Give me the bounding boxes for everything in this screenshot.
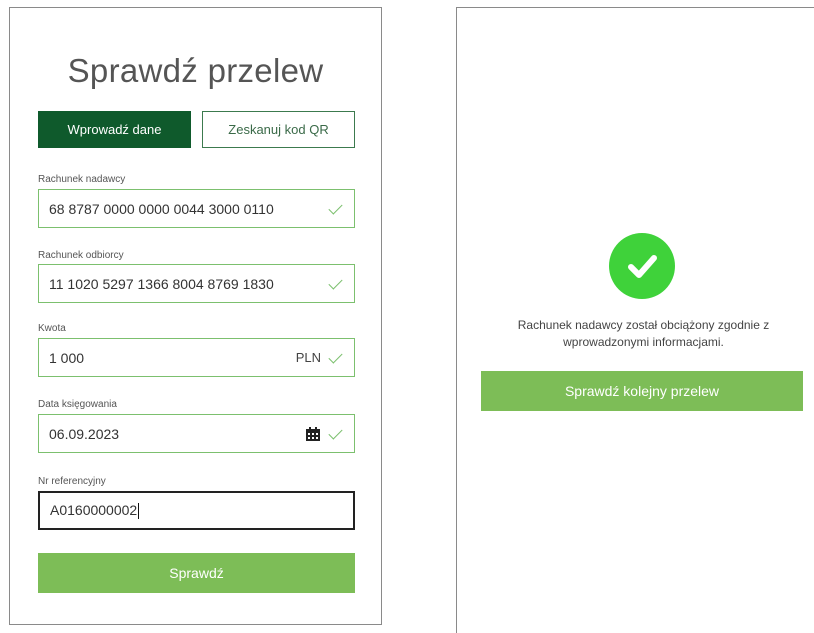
result-panel: Rachunek nadawcy został obciążony zgodni…: [456, 7, 814, 633]
checkmark-icon: [328, 274, 343, 290]
recipient-account-value: 11 1020 5297 1366 8004 8769 1830: [49, 275, 274, 292]
transfer-check-form: Sprawdź przelew Wprowadź dane Zeskanuj k…: [9, 7, 382, 625]
posting-date-value: 06.09.2023: [49, 425, 120, 442]
recipient-account-label: Rachunek odbiorcy: [38, 250, 124, 261]
success-message: Rachunek nadawcy został obciążony zgodni…: [517, 318, 770, 349]
tab-enter-data[interactable]: Wprowadź dane: [38, 111, 191, 148]
reference-value: A0160000002: [50, 501, 140, 520]
check-button[interactable]: Sprawdź: [38, 553, 355, 593]
sender-account-value: 68 8787 0000 0000 0044 3000 0110: [49, 200, 274, 217]
sender-account-label: Rachunek nadawcy: [38, 174, 126, 185]
reference-input[interactable]: A0160000002: [38, 491, 355, 530]
checkmark-icon: [328, 424, 343, 440]
reference-label: Nr referencyjny: [38, 476, 106, 487]
calendar-icon[interactable]: [305, 426, 321, 442]
posting-date-label: Data księgowania: [38, 399, 117, 410]
posting-date-field[interactable]: 06.09.2023: [38, 414, 355, 453]
tab-scan-qr[interactable]: Zeskanuj kod QR: [202, 111, 355, 148]
amount-field[interactable]: 1 000 PLN: [38, 338, 355, 377]
recipient-account-field[interactable]: 11 1020 5297 1366 8004 8769 1830: [38, 264, 355, 303]
success-icon: [609, 233, 675, 299]
checkmark-icon: [328, 348, 343, 364]
amount-value: 1 000: [49, 349, 85, 366]
currency-label: PLN: [295, 350, 321, 365]
amount-label: Kwota: [38, 323, 66, 334]
checkmark-icon: [328, 199, 343, 215]
page-title: Sprawdź przelew: [67, 52, 324, 89]
text-cursor: [138, 503, 140, 520]
sender-account-field[interactable]: 68 8787 0000 0000 0044 3000 0110: [38, 189, 355, 228]
check-next-transfer-button[interactable]: Sprawdź kolejny przelew: [481, 371, 803, 411]
